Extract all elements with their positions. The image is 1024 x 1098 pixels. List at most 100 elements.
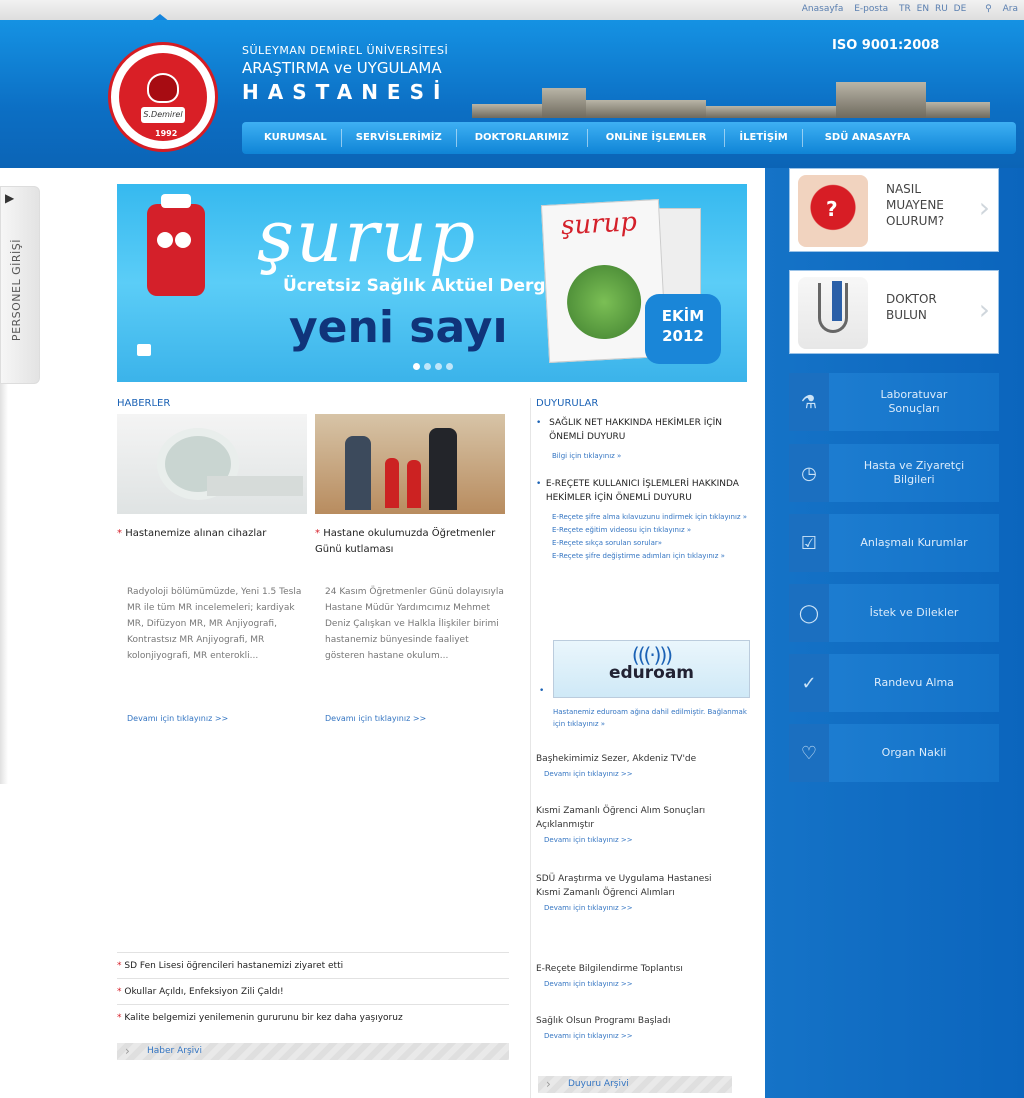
sidebar-link-laboratory[interactable]: ⚗ Laboratuvar Sonuçları: [789, 373, 999, 431]
university-logo[interactable]: S.Demirel 1992: [108, 42, 218, 152]
announcements-archive-label: Duyuru Arşivi: [568, 1079, 629, 1089]
lang-tr[interactable]: TR: [899, 4, 911, 14]
iso-certificate: ISO 9001:2008: [832, 38, 940, 53]
news-read-more[interactable]: Devamı için tıklayınız >>: [127, 714, 228, 723]
news-archive-link[interactable]: › Haber Arşivi: [117, 1043, 509, 1060]
announcement-title: SDÜ Araştırma ve Uygulama Hastanesi Kısm…: [536, 874, 712, 898]
sidebar-link-label: Organ Nakli: [881, 746, 947, 759]
announcement-read-more[interactable]: Devamı için tıklayınız >>: [536, 904, 716, 912]
news-read-more[interactable]: Devamı için tıklayınız >>: [325, 714, 426, 723]
link-home[interactable]: Anasayfa: [802, 4, 844, 14]
rose-icon: [147, 73, 179, 103]
hospital-building-image: [472, 82, 992, 118]
promo-label: DOKTOR BULUN: [886, 292, 937, 322]
news-list-item[interactable]: * SD Fen Lisesi öğrencileri hastanemizi …: [117, 952, 509, 978]
news-heading: HABERLER: [117, 398, 171, 409]
announcement-read-more[interactable]: Devamı için tıklayınız >>: [536, 770, 756, 778]
slider-dot[interactable]: [424, 363, 431, 370]
sidebar-link-label: Randevu Alma: [874, 676, 954, 689]
banner-brand: şurup: [257, 194, 478, 278]
news-archive-label: Haber Arşivi: [147, 1046, 202, 1056]
slider-dot[interactable]: [446, 363, 453, 370]
how-to-examine-promo[interactable]: ? NASIL MUAYENE OLURUM? ›: [789, 168, 999, 252]
announcement-item[interactable]: Sağlık Olsun Programı Başladı Devamı içi…: [536, 1014, 756, 1040]
announcement-read-more[interactable]: Devamı için tıklayınız >>: [536, 980, 756, 988]
news-item-title-text: Hastanemize alınan cihazlar: [125, 528, 267, 539]
announcements-archive-link[interactable]: › Duyuru Arşivi: [538, 1076, 732, 1093]
document-check-icon: ☑: [789, 514, 829, 572]
eduroam-caption[interactable]: Hastanemiz eduroam ağına dahil edilmişti…: [553, 706, 753, 730]
stethoscope-icon: [798, 277, 868, 349]
lang-ru[interactable]: RU: [935, 4, 948, 14]
announcement-item[interactable]: Kısmi Zamanlı Öğrenci Alım Sonuçları Açı…: [536, 804, 706, 844]
lang-de[interactable]: DE: [954, 4, 967, 14]
bullet: •: [539, 686, 545, 696]
staff-login-tab[interactable]: ▶ PERSONEL GİRİŞİ: [0, 186, 40, 384]
badge-year: 2012: [662, 327, 704, 345]
slider-dot[interactable]: [413, 363, 420, 370]
hero-banner[interactable]: şurup Ücretsiz Sağlık Aktüel Dergi yeni …: [117, 184, 747, 382]
mascot-eyes: [157, 232, 195, 250]
column-divider: [530, 398, 531, 1098]
nav-online-islemler[interactable]: ONLİNE İŞLEMLER: [588, 129, 726, 147]
announcement-title: E-REÇETE KULLANICI İŞLEMLERİ HAKKINDA HE…: [545, 479, 739, 503]
announcement-item[interactable]: • SAĞLIK NET HAKKINDA HEKİMLER İÇİN ÖNEML…: [536, 416, 756, 444]
right-sidebar: ? NASIL MUAYENE OLURUM? › DOKTOR BULUN ›…: [765, 168, 1024, 1098]
announcement-item[interactable]: Başhekimimiz Sezer, Akdeniz TV'de Devamı…: [536, 752, 756, 778]
search-label: Ara: [1002, 4, 1018, 14]
announcement-link[interactable]: E-Reçete eğitim videosu için tıklayınız …: [536, 524, 756, 537]
news-list-item[interactable]: * Okullar Açıldı, Enfeksiyon Zili Çaldı!: [117, 978, 509, 1004]
news-item-body: Radyoloji bölümümüzde, Yeni 1.5 Tesla MR…: [127, 587, 302, 661]
nav-servislerimiz[interactable]: SERVİSLERİMİZ: [342, 129, 457, 147]
news-item-title[interactable]: * Hastane okulumuzda Öğretmenler Günü ku…: [315, 526, 505, 558]
badge-month: EKİM: [661, 307, 705, 325]
announcement-title: Başhekimimiz Sezer, Akdeniz TV'de: [536, 754, 697, 764]
sidebar-link-contracted-institutions[interactable]: ☑ Anlaşmalı Kurumlar: [789, 514, 999, 572]
nav-iletisim[interactable]: İLETİŞİM: [725, 129, 803, 147]
hospital-name[interactable]: SÜLEYMAN DEMİREL ÜNİVERSİTESİ ARAŞTIRMA …: [242, 44, 449, 104]
sidebar-link-organ-transplant[interactable]: ♡ Organ Nakli: [789, 724, 999, 782]
search-link[interactable]: ⚲ Ara: [977, 4, 1018, 14]
news-list-item[interactable]: * Kalite belgemizi yenilemenin gururunu …: [117, 1004, 509, 1030]
logo-year: 1992: [155, 129, 178, 138]
hospital-name-line1: SÜLEYMAN DEMİREL ÜNİVERSİTESİ: [242, 44, 449, 57]
link-email[interactable]: E-posta: [854, 4, 888, 14]
magazine-title: şurup: [560, 207, 638, 242]
news-list: * SD Fen Lisesi öğrencileri hastanemizi …: [117, 952, 509, 1030]
eduroam-banner[interactable]: (((·))) eduroam: [553, 640, 750, 698]
news-item-body: 24 Kasım Öğretmenler Günü dolayısıyla Ha…: [325, 587, 504, 661]
nav-doktorlarimiz[interactable]: DOKTORLARIMIZ: [457, 129, 588, 147]
announcement-read-more[interactable]: Devamı için tıklayınız >>: [536, 836, 706, 844]
nav-kurumsal[interactable]: KURUMSAL: [242, 129, 342, 147]
news-item-title[interactable]: * Hastanemize alınan cihazlar: [117, 526, 307, 542]
announcement-link[interactable]: E-Reçete şifre değiştirme adımları için …: [536, 550, 756, 563]
announcement-item[interactable]: SDÜ Araştırma ve Uygulama Hastanesi Kısm…: [536, 872, 716, 912]
mri-machine-image[interactable]: [117, 414, 307, 514]
clock-icon: ◷: [789, 444, 829, 502]
promo-label: NASIL MUAYENE OLURUM?: [886, 182, 945, 228]
slider-dot[interactable]: [435, 363, 442, 370]
hospital-name-line2: ARAŞTIRMA ve UYGULAMA: [242, 59, 442, 77]
lang-en[interactable]: EN: [917, 4, 929, 14]
sidebar-link-patient-visitor[interactable]: ◷ Hasta ve Ziyaretçi Bilgileri: [789, 444, 999, 502]
announcement-link[interactable]: E-Reçete şifre alma kılavuzunu indirmek …: [536, 511, 756, 524]
announcement-item[interactable]: • E-REÇETE KULLANICI İŞLEMLERİ HAKKINDA H…: [536, 477, 756, 505]
question-heart-icon: ?: [798, 175, 868, 247]
banner-issue: yeni sayı: [289, 302, 508, 353]
sidebar-link-appointment[interactable]: ✓ Randevu Alma: [789, 654, 999, 712]
announcement-read-more[interactable]: Devamı için tıklayınız >>: [536, 1032, 756, 1040]
find-doctor-promo[interactable]: DOKTOR BULUN ›: [789, 270, 999, 354]
announcement-link[interactable]: Bilgi için tıklayınız »: [536, 450, 756, 463]
announcement-item[interactable]: E-Reçete Bilgilendirme Toplantısı Devamı…: [536, 962, 756, 988]
teachers-day-image[interactable]: [315, 414, 505, 514]
announcements-heading: DUYURULAR: [536, 398, 599, 409]
slider-pause-button[interactable]: [137, 344, 151, 356]
chevron-right-icon: ›: [125, 1044, 130, 1058]
main-nav: KURUMSAL SERVİSLERİMİZ DOKTORLARIMIZ ONL…: [242, 122, 1016, 154]
sidebar-link-requests[interactable]: ◯ İstek ve Dilekler: [789, 584, 999, 642]
sidebar-link-label: Laboratuvar Sonuçları: [880, 388, 948, 415]
nav-sdu-anasayfa[interactable]: SDÜ ANASAYFA: [803, 129, 933, 147]
site-header: S.Demirel 1992 SÜLEYMAN DEMİREL ÜNİVERSİ…: [0, 20, 1024, 168]
announcement-link[interactable]: E-Reçete sıkça sorulan sorular»: [536, 537, 756, 550]
speech-bubble-icon: ◯: [789, 584, 829, 642]
